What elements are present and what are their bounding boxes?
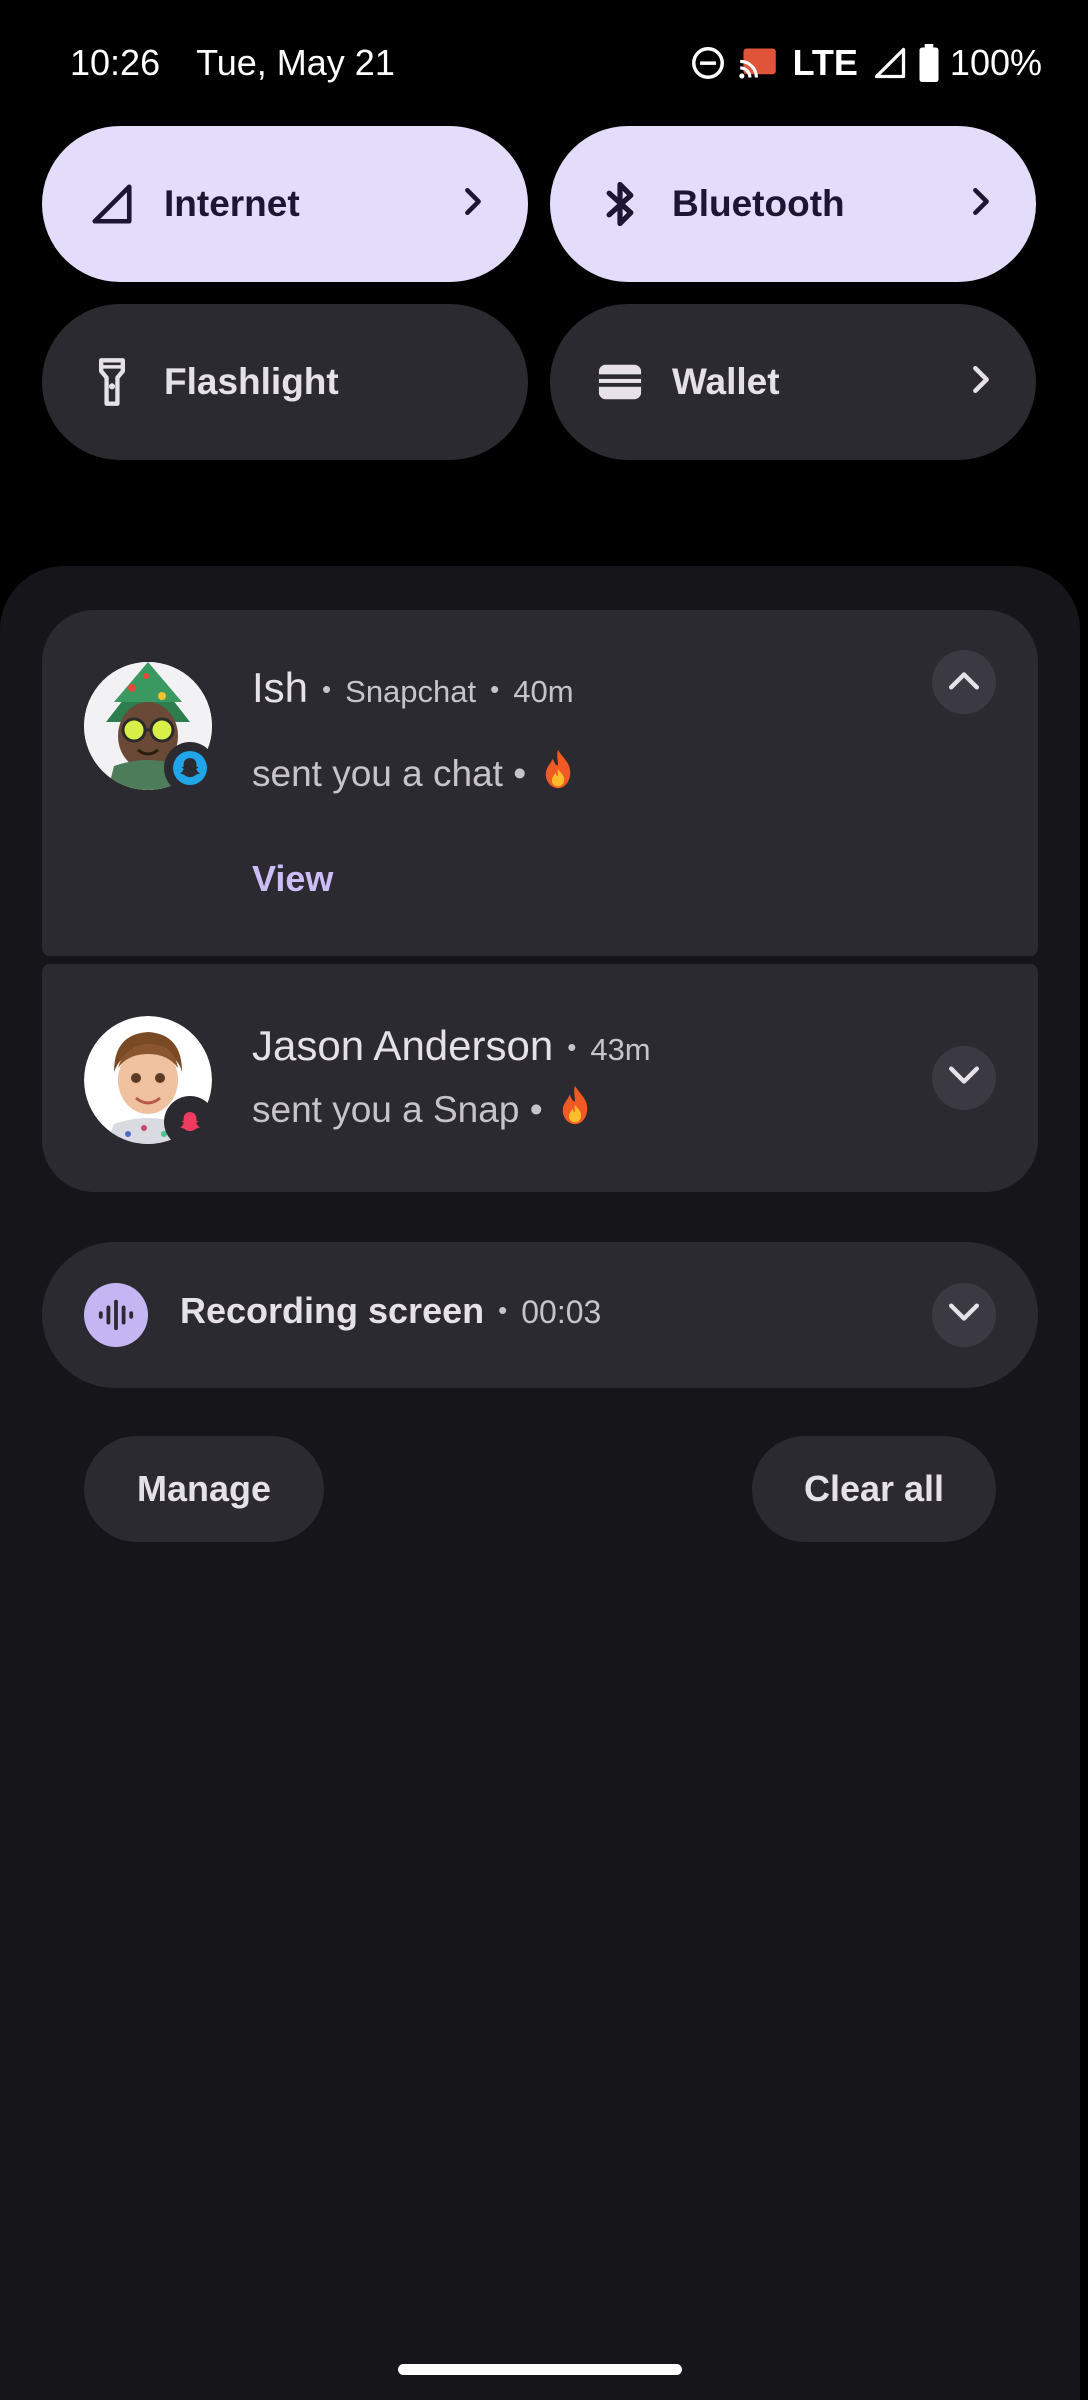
status-bar: 10:26 Tue, May 21 LTE 100%: [0, 0, 1088, 126]
fire-emoji-icon: [540, 748, 576, 799]
recording-header: Recording screen • 00:03: [180, 1290, 601, 1332]
manage-button[interactable]: Manage: [84, 1436, 324, 1542]
bluetooth-icon: [594, 178, 646, 230]
chevron-up-icon: [947, 669, 981, 696]
expand-button[interactable]: [932, 1046, 996, 1110]
avatar: [84, 1016, 216, 1148]
clear-all-button[interactable]: Clear all: [752, 1436, 996, 1542]
notification-body: sent you a chat •: [252, 748, 576, 799]
status-icons: LTE 100%: [689, 42, 1042, 84]
view-action-button[interactable]: View: [252, 858, 333, 900]
message-text: sent you a chat •: [252, 752, 527, 794]
chevron-down-icon: [947, 1302, 981, 1329]
expand-button[interactable]: [932, 1283, 996, 1347]
tile-bluetooth[interactable]: Bluetooth: [550, 126, 1036, 282]
tile-flashlight[interactable]: Flashlight: [42, 304, 528, 460]
signal-icon: [872, 45, 908, 81]
battery-icon: [918, 44, 940, 82]
network-type: LTE: [792, 42, 858, 83]
battery-level: 100%: [949, 42, 1042, 83]
tile-label: Wallet: [672, 361, 780, 402]
tile-wallet[interactable]: Wallet: [550, 304, 1036, 460]
quick-settings-tiles: Internet Bluetooth Flashlight Wallet: [42, 126, 1054, 460]
clock: 10:26: [70, 42, 161, 83]
cast-icon: [737, 44, 779, 82]
tile-label: Flashlight: [164, 361, 339, 402]
sender-name: Jason Anderson: [252, 1022, 554, 1069]
snapchat-badge: [164, 1096, 216, 1148]
audio-waveform-icon: [84, 1283, 148, 1347]
app-name: Snapchat: [345, 674, 477, 709]
notification-body: sent you a Snap •: [252, 1084, 593, 1135]
separator-dot: •: [322, 674, 332, 704]
screen-recording-notification[interactable]: Recording screen • 00:03: [42, 1242, 1038, 1388]
snapchat-badge: [164, 742, 216, 794]
home-indicator[interactable]: [398, 2364, 682, 2375]
notification-ish[interactable]: Ish • Snapchat • 40m sent you a chat • V…: [42, 610, 1038, 956]
avatar: [84, 662, 216, 794]
wallet-icon: [594, 356, 646, 408]
tile-label: Internet: [164, 183, 300, 224]
signal-icon: [86, 178, 138, 230]
chevron-down-icon: [947, 1065, 981, 1092]
notification-header: Jason Anderson • 43m: [252, 1022, 651, 1070]
separator-dot: •: [490, 674, 500, 704]
separator-dot: •: [498, 1295, 508, 1325]
chevron-right-icon: [970, 187, 992, 222]
chevron-right-icon: [970, 365, 992, 400]
recording-elapsed: 00:03: [521, 1294, 602, 1330]
status-left: 10:26 Tue, May 21: [70, 42, 395, 84]
tile-label: Bluetooth: [672, 183, 845, 224]
recording-title: Recording screen: [180, 1290, 485, 1331]
sender-name: Ish: [252, 664, 309, 711]
flashlight-icon: [86, 356, 138, 408]
notification-time: 43m: [590, 1032, 651, 1067]
collapse-button[interactable]: [932, 650, 996, 714]
notification-jason-anderson[interactable]: Jason Anderson • 43m sent you a Snap •: [42, 964, 1038, 1192]
do-not-disturb-icon: [689, 44, 727, 82]
notification-group: Ish • Snapchat • 40m sent you a chat • V…: [42, 610, 1038, 1192]
notification-header: Ish • Snapchat • 40m: [252, 664, 574, 712]
notification-time: 40m: [513, 674, 574, 709]
message-text: sent you a Snap •: [252, 1088, 543, 1130]
chevron-right-icon: [462, 187, 484, 222]
fire-emoji-icon: [557, 1084, 593, 1135]
tile-internet[interactable]: Internet: [42, 126, 528, 282]
date: Tue, May 21: [196, 42, 395, 83]
separator-dot: •: [567, 1032, 577, 1062]
